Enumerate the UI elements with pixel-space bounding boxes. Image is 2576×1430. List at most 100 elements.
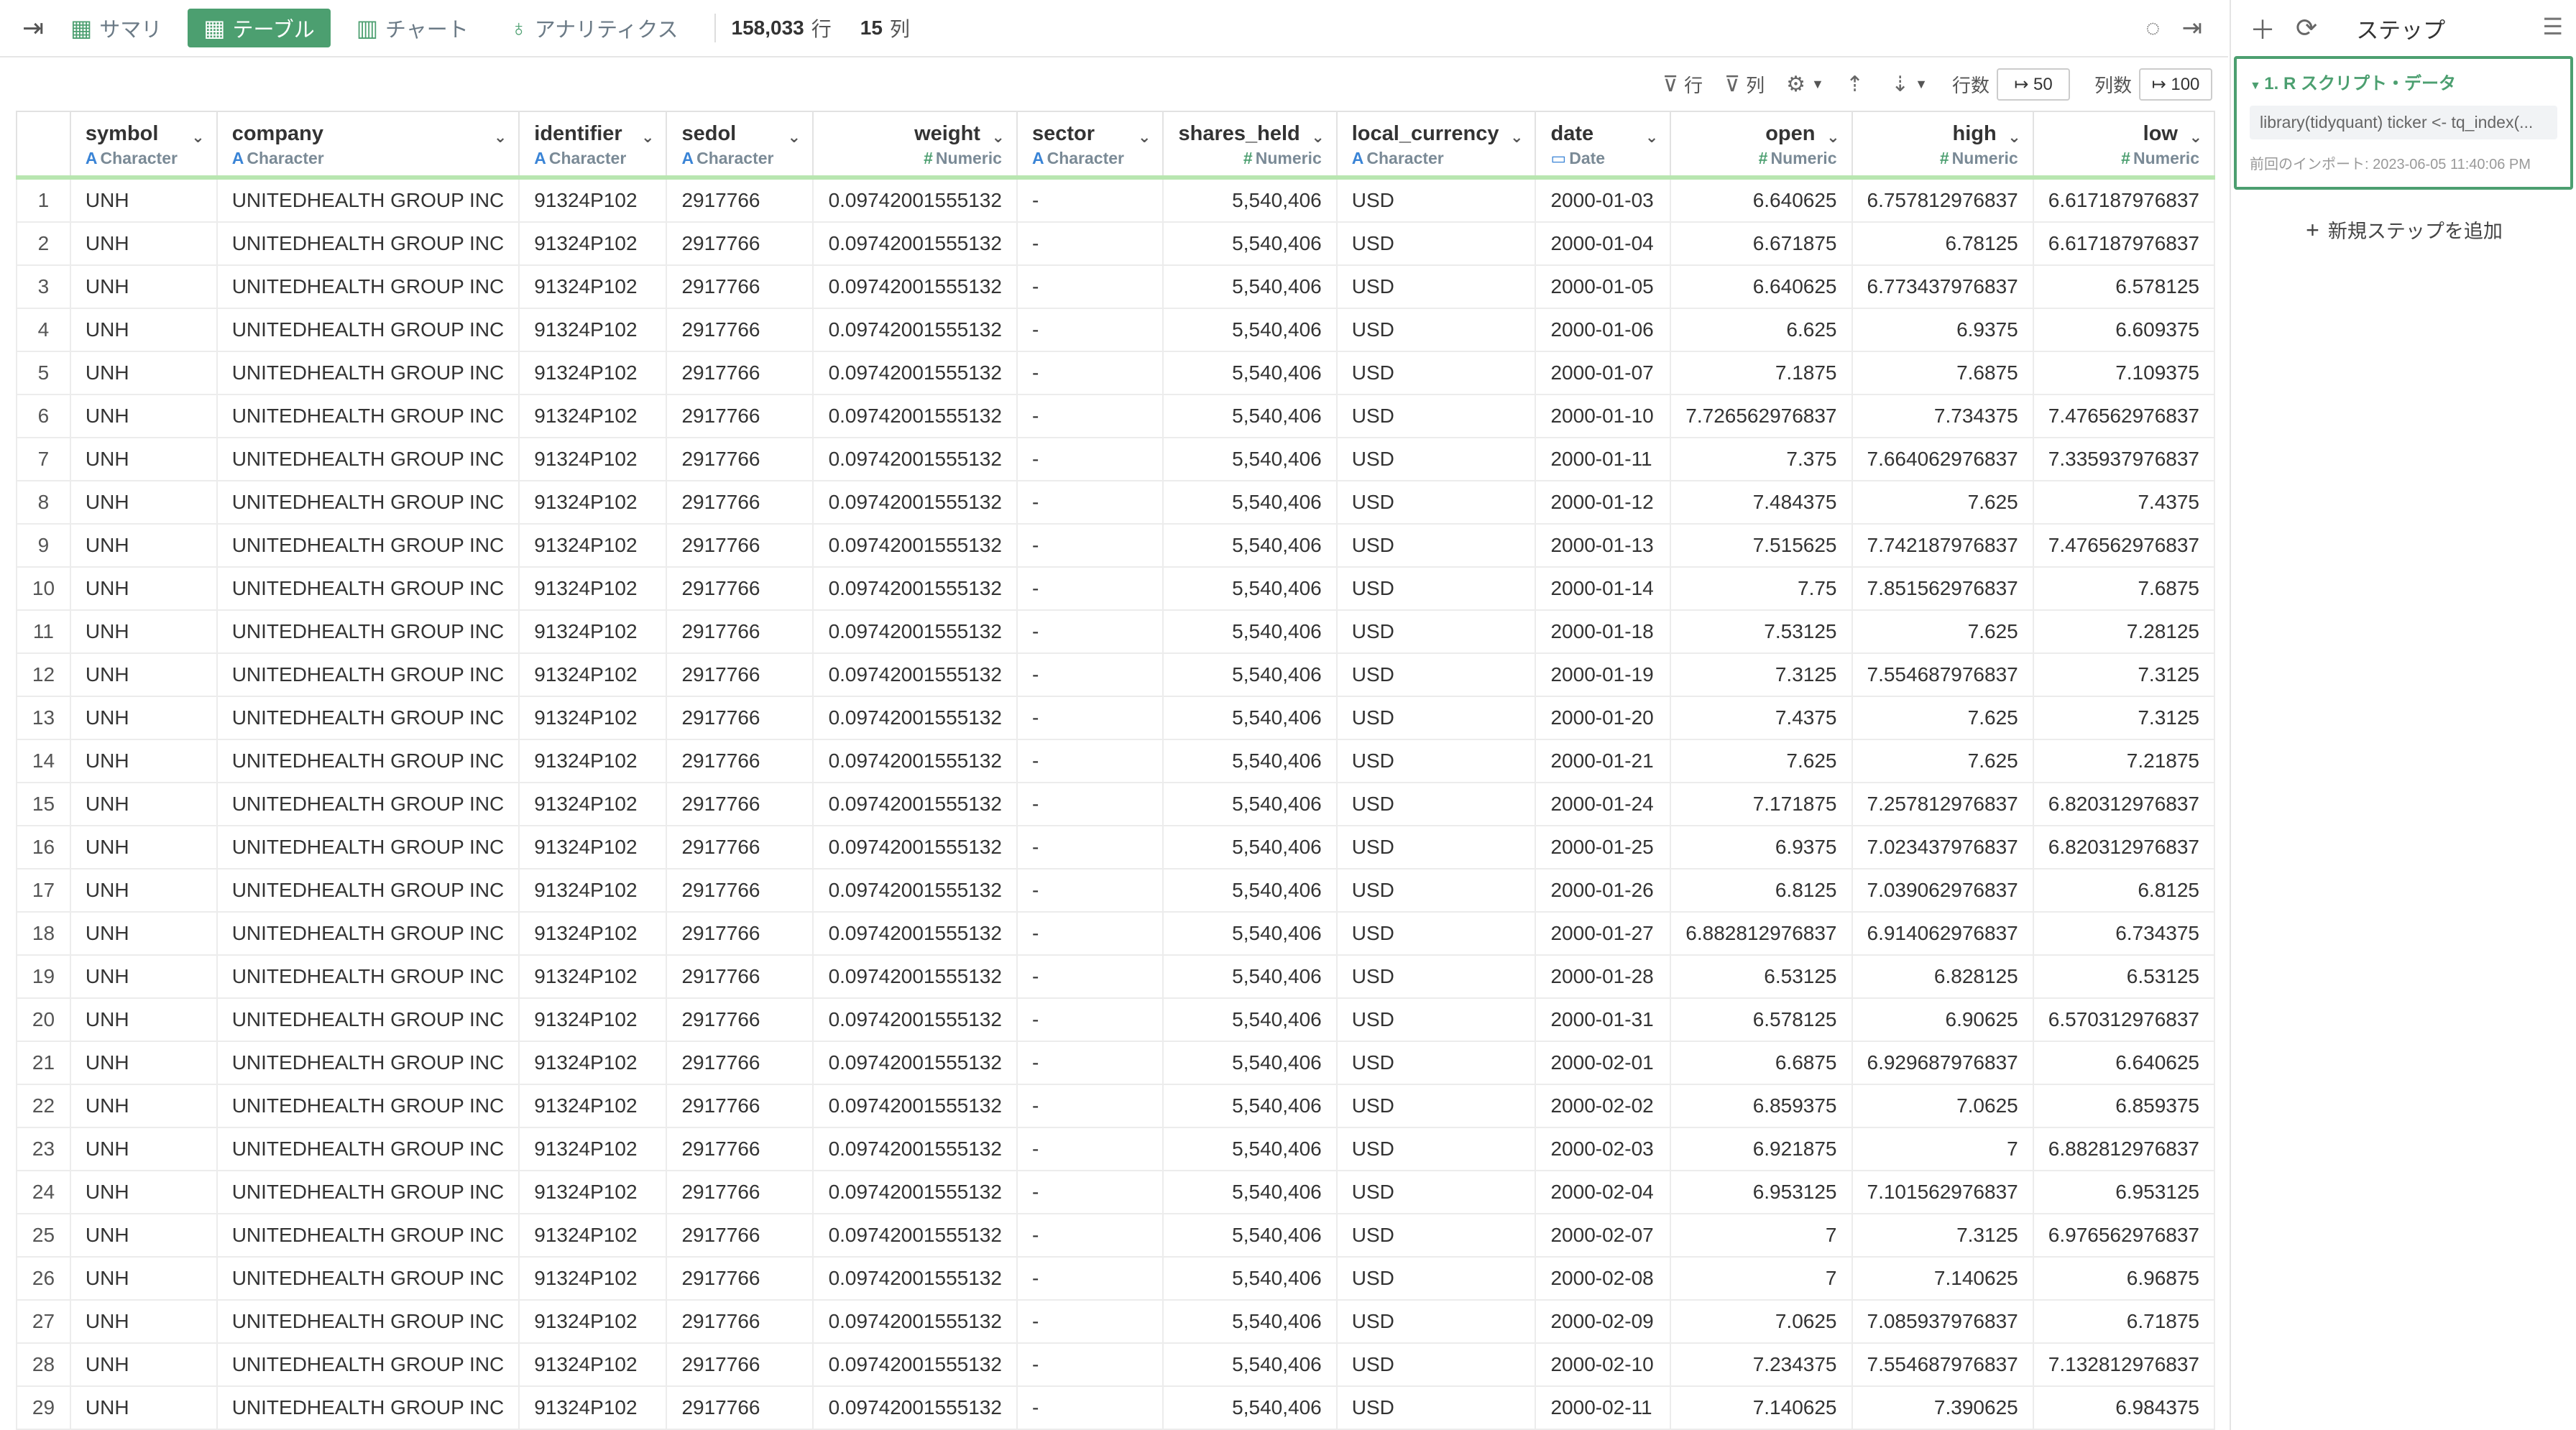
cell-low: 6.882812976837 [2033,1127,2215,1171]
cell-identifier: 91324P102 [519,308,668,352]
column-type-label: Character [1366,149,1444,167]
refresh-icon[interactable]: ⟳ [2296,13,2317,43]
cell-date: 2000-01-31 [1535,998,1672,1042]
table-row[interactable]: 20 UNH UNITEDHEALTH GROUP INC 91324P102 2917… [16,998,2215,1042]
table-row[interactable]: 25 UNH UNITEDHEALTH GROUP INC 91324P102 2917… [16,1214,2215,1258]
row-number: 29 [16,1386,71,1430]
table-row[interactable]: 15 UNH UNITEDHEALTH GROUP INC 91324P102 2917… [16,783,2215,826]
table-row[interactable]: 12 UNH UNITEDHEALTH GROUP INC 91324P102 2917… [16,653,2215,697]
filter-icon: ⊽ [1662,72,1679,96]
cell-shares-held: 5,540,406 [1163,1084,1338,1128]
column-header-date[interactable]: date ▭ Date ⌄ [1535,111,1672,180]
table-row[interactable]: 23 UNH UNITEDHEALTH GROUP INC 91324P102 2917… [16,1127,2215,1171]
table-row[interactable]: 19 UNH UNITEDHEALTH GROUP INC 91324P102 2917… [16,955,2215,999]
download-menu-button[interactable]: ⇣ ▼ [1891,72,1928,97]
cell-open: 6.6875 [1670,1041,1853,1085]
chevron-down-icon[interactable]: ⌄ [2007,128,2020,147]
column-header-identifier[interactable]: identifier A Character ⌄ [519,111,668,180]
step-card[interactable]: ▼ 1. R スクリプト・データ library(tidyquant) tick… [2234,56,2573,190]
column-header-sedol[interactable]: sedol A Character ⌄ [666,111,814,180]
column-filter-button[interactable]: ⊽ 列 [1724,71,1765,98]
table-row[interactable]: 29 UNH UNITEDHEALTH GROUP INC 91324P102 2917… [16,1386,2215,1430]
cell-company: UNITEDHEALTH GROUP INC [216,912,520,956]
cell-low: 6.617187976837 [2033,177,2215,223]
table-row[interactable]: 16 UNH UNITEDHEALTH GROUP INC 91324P102 2917… [16,826,2215,869]
comment-icon[interactable]: ◌ [2145,14,2160,42]
table-row[interactable]: 22 UNH UNITEDHEALTH GROUP INC 91324P102 2917… [16,1084,2215,1128]
chevron-down-icon[interactable]: ⌄ [788,128,801,147]
table-row[interactable]: 7 UNH UNITEDHEALTH GROUP INC 91324P102 29177… [16,438,2215,481]
cell-identifier: 91324P102 [519,524,668,568]
collapse-sidebar-icon[interactable]: ⇥ [12,13,55,43]
table-row[interactable]: 6 UNH UNITEDHEALTH GROUP INC 91324P102 29177… [16,395,2215,438]
cell-symbol: UNH [70,1257,218,1301]
data-table-container[interactable]: symbol A Character ⌄ company A Character ⌄ ident… [16,111,2215,1430]
tab-summary[interactable]: ▦ サマリ [55,9,178,47]
row-filter-button[interactable]: ⊽ 行 [1662,71,1703,98]
column-header-symbol[interactable]: symbol A Character ⌄ [70,111,218,180]
cell-identifier: 91324P102 [519,653,668,697]
column-header-company[interactable]: company A Character ⌄ [216,111,520,180]
chevron-down-icon[interactable]: ⌄ [1645,128,1658,147]
table-row[interactable]: 11 UNH UNITEDHEALTH GROUP INC 91324P102 2917… [16,610,2215,654]
column-header-low[interactable]: low # Numeric ⌄ [2033,111,2215,180]
plus-icon[interactable]: ＋ [2250,9,2276,47]
caret-down-icon[interactable]: ▼ [2250,80,2264,92]
column-header-local-currency[interactable]: local_currency A Character ⌄ [1336,111,1537,180]
chevron-down-icon[interactable]: ⌄ [494,128,507,147]
chevron-down-icon[interactable]: ⌄ [1510,128,1523,147]
table-row[interactable]: 27 UNH UNITEDHEALTH GROUP INC 91324P102 2917… [16,1300,2215,1344]
column-header-sector[interactable]: sector A Character ⌄ [1016,111,1164,180]
table-row[interactable]: 17 UNH UNITEDHEALTH GROUP INC 91324P102 2917… [16,869,2215,913]
chevron-down-icon[interactable]: ⌄ [1311,128,1324,147]
column-header-high[interactable]: high # Numeric ⌄ [1852,111,2034,180]
chevron-down-icon[interactable]: ⌄ [1138,128,1151,147]
column-header-shares-held[interactable]: shares_held # Numeric ⌄ [1163,111,1338,180]
table-row[interactable]: 26 UNH UNITEDHEALTH GROUP INC 91324P102 2917… [16,1257,2215,1301]
column-header-weight[interactable]: weight # Numeric ⌄ [813,111,1018,180]
chevron-down-icon[interactable]: ⌄ [191,128,204,147]
chevron-down-icon[interactable]: ⌄ [641,128,654,147]
rows-shown-input[interactable]: ↦ 50 [1996,68,2070,101]
tab-table[interactable]: ▦ テーブル [188,9,331,47]
table-row[interactable]: 2 UNH UNITEDHEALTH GROUP INC 91324P102 29177… [16,222,2215,266]
sliders-icon[interactable]: ☰ [2542,13,2563,40]
table-row[interactable]: 14 UNH UNITEDHEALTH GROUP INC 91324P102 2917… [16,739,2215,783]
cell-shares-held: 5,540,406 [1163,351,1338,395]
table-row[interactable]: 24 UNH UNITEDHEALTH GROUP INC 91324P102 2917… [16,1171,2215,1214]
cell-sector: - [1016,438,1164,481]
cell-symbol: UNH [70,438,218,481]
collapse-panel-icon[interactable]: ⇥ [2182,14,2203,42]
table-row[interactable]: 9 UNH UNITEDHEALTH GROUP INC 91324P102 29177… [16,524,2215,568]
cell-low: 6.820312976837 [2033,826,2215,869]
cell-sector: - [1016,955,1164,999]
column-header-open[interactable]: open # Numeric ⌄ [1670,111,1853,180]
cell-sedol: 2917766 [666,826,814,869]
chevron-down-icon[interactable]: ⌄ [2189,128,2202,147]
cell-shares-held: 5,540,406 [1163,395,1338,438]
column-name: weight [914,122,980,145]
table-row[interactable]: 28 UNH UNITEDHEALTH GROUP INC 91324P102 2917… [16,1343,2215,1387]
table-row[interactable]: 4 UNH UNITEDHEALTH GROUP INC 91324P102 29177… [16,308,2215,352]
table-row[interactable]: 18 UNH UNITEDHEALTH GROUP INC 91324P102 2917… [16,912,2215,956]
table-row[interactable]: 3 UNH UNITEDHEALTH GROUP INC 91324P102 29177… [16,265,2215,309]
cell-low: 7.476562976837 [2033,395,2215,438]
table-row[interactable]: 1 UNH UNITEDHEALTH GROUP INC 91324P102 29177… [16,177,2215,223]
chevron-down-icon[interactable]: ⌄ [992,128,1005,147]
cell-symbol: UNH [70,265,218,309]
settings-menu-button[interactable]: ⚙ ▼ [1786,72,1824,97]
cell-company: UNITEDHEALTH GROUP INC [216,438,520,481]
table-row[interactable]: 13 UNH UNITEDHEALTH GROUP INC 91324P102 2917… [16,696,2215,740]
add-step-button[interactable]: + 新規ステップを追加 [2231,216,2576,244]
cell-local-currency: USD [1336,826,1537,869]
tab-chart[interactable]: ▥ チャート [341,9,484,47]
tab-analytics[interactable]: ♁ アナリティクス [494,9,694,47]
chevron-down-icon[interactable]: ⌄ [1826,128,1839,147]
table-row[interactable]: 21 UNH UNITEDHEALTH GROUP INC 91324P102 2917… [16,1041,2215,1085]
columns-shown-input[interactable]: ↦ 100 [2139,68,2212,101]
table-row[interactable]: 10 UNH UNITEDHEALTH GROUP INC 91324P102 2917… [16,567,2215,611]
table-row[interactable]: 5 UNH UNITEDHEALTH GROUP INC 91324P102 29177… [16,351,2215,395]
cell-high: 7.257812976837 [1852,783,2034,826]
export-button[interactable]: ⇡ [1846,72,1869,97]
table-row[interactable]: 8 UNH UNITEDHEALTH GROUP INC 91324P102 29177… [16,481,2215,525]
